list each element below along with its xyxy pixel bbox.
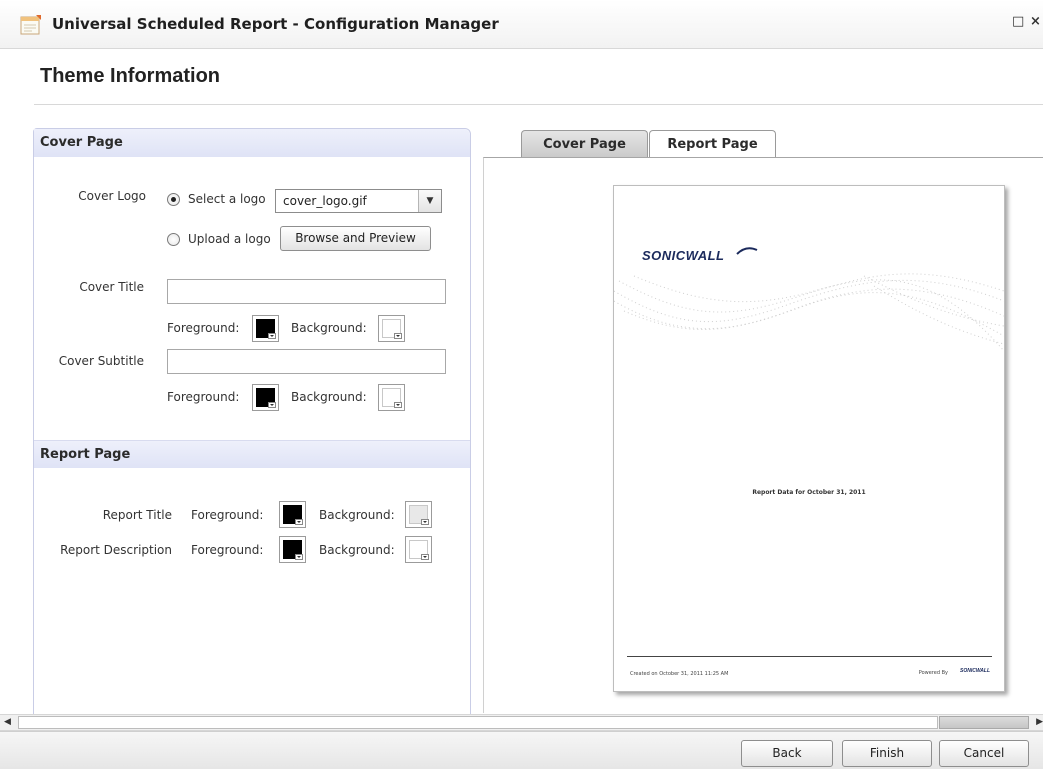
report-description-label: Report Description xyxy=(60,543,172,557)
cover-page-preview: SONICWALL Report Data for October 31, 20… xyxy=(613,185,1005,692)
swatch-dropdown-icon xyxy=(421,554,429,560)
logo-select-dropdown[interactable]: cover_logo.gif ▼ xyxy=(275,189,442,213)
preview-footer-divider xyxy=(627,656,992,657)
swatch-dropdown-icon xyxy=(268,402,276,408)
cover-page-section-header: Cover Page xyxy=(34,129,470,157)
wizard-footer: Back Finish Cancel xyxy=(0,731,1043,769)
cover-title-background-label: Background: xyxy=(291,321,367,335)
scroll-left-icon[interactable]: ◀ xyxy=(4,717,11,727)
report-description-foreground-swatch[interactable] xyxy=(279,536,306,563)
scrollbar-track[interactable] xyxy=(18,716,938,729)
upload-logo-label[interactable]: Upload a logo xyxy=(188,232,271,246)
report-page-section-header: Report Page xyxy=(34,440,470,468)
sonicwall-mini-logo: SONICWALL xyxy=(960,668,990,674)
swatch-dropdown-icon xyxy=(268,333,276,339)
heading-divider xyxy=(34,104,1043,105)
report-title-label: Report Title xyxy=(102,508,172,522)
theme-config-panel: Cover Page Cover Logo Select a logo cove… xyxy=(33,128,471,715)
title-bar: Universal Scheduled Report - Configurati… xyxy=(0,0,1043,49)
report-title-background-swatch[interactable] xyxy=(405,501,432,528)
tab-report-page[interactable]: Report Page xyxy=(649,130,776,158)
report-title-foreground-label: Foreground: xyxy=(191,508,264,522)
back-button[interactable]: Back xyxy=(741,740,833,767)
powered-by-text: Powered By xyxy=(918,670,948,676)
swatch-dropdown-icon xyxy=(394,402,402,408)
decorative-wave-graphic xyxy=(614,273,1004,352)
report-title-background-label: Background: xyxy=(319,508,395,522)
cover-subtitle-background-swatch[interactable] xyxy=(378,384,405,411)
report-description-background-swatch[interactable] xyxy=(405,536,432,563)
report-calendar-icon xyxy=(20,15,41,35)
maximize-icon[interactable]: □ xyxy=(1012,14,1024,29)
tab-cover-page[interactable]: Cover Page xyxy=(521,130,648,158)
cover-title-foreground-swatch[interactable] xyxy=(252,315,279,342)
cover-subtitle-foreground-swatch[interactable] xyxy=(252,384,279,411)
cover-title-label: Cover Title xyxy=(79,280,144,294)
report-description-background-label: Background: xyxy=(319,543,395,557)
report-title-foreground-swatch[interactable] xyxy=(279,501,306,528)
window-title: Universal Scheduled Report - Configurati… xyxy=(52,15,499,33)
chevron-down-icon[interactable]: ▼ xyxy=(418,190,441,212)
finish-button[interactable]: Finish xyxy=(842,740,932,767)
upload-logo-radio[interactable] xyxy=(167,233,180,246)
cancel-button[interactable]: Cancel xyxy=(939,740,1029,767)
cover-title-background-swatch[interactable] xyxy=(378,315,405,342)
cover-title-foreground-label: Foreground: xyxy=(167,321,240,335)
page-title: Theme Information xyxy=(40,65,221,87)
report-date-text: Report Data for October 31, 2011 xyxy=(752,489,866,496)
select-logo-radio[interactable] xyxy=(167,193,180,206)
logo-select-value: cover_logo.gif xyxy=(283,194,367,208)
cover-subtitle-input[interactable] xyxy=(167,349,446,374)
select-logo-label[interactable]: Select a logo xyxy=(188,192,266,206)
cover-subtitle-label: Cover Subtitle xyxy=(58,354,144,368)
horizontal-scrollbar[interactable]: ◀ ▶ xyxy=(0,714,1043,731)
created-on-text: Created on October 31, 2011 11:25 AM xyxy=(630,671,729,677)
report-description-foreground-label: Foreground: xyxy=(191,543,264,557)
cover-title-input[interactable] xyxy=(167,279,446,304)
swatch-dropdown-icon xyxy=(394,333,402,339)
scroll-right-icon[interactable]: ▶ xyxy=(1036,717,1043,727)
swatch-dropdown-icon xyxy=(295,554,303,560)
swatch-dropdown-icon xyxy=(421,519,429,525)
cover-subtitle-foreground-label: Foreground: xyxy=(167,390,240,404)
close-icon[interactable]: × xyxy=(1030,14,1041,29)
swatch-dropdown-icon xyxy=(295,519,303,525)
browse-and-preview-button[interactable]: Browse and Preview xyxy=(280,226,431,251)
logo-swoosh-icon xyxy=(736,247,758,255)
cover-subtitle-background-label: Background: xyxy=(291,390,367,404)
scrollbar-thumb[interactable] xyxy=(939,716,1029,729)
cover-logo-label: Cover Logo xyxy=(78,189,146,203)
